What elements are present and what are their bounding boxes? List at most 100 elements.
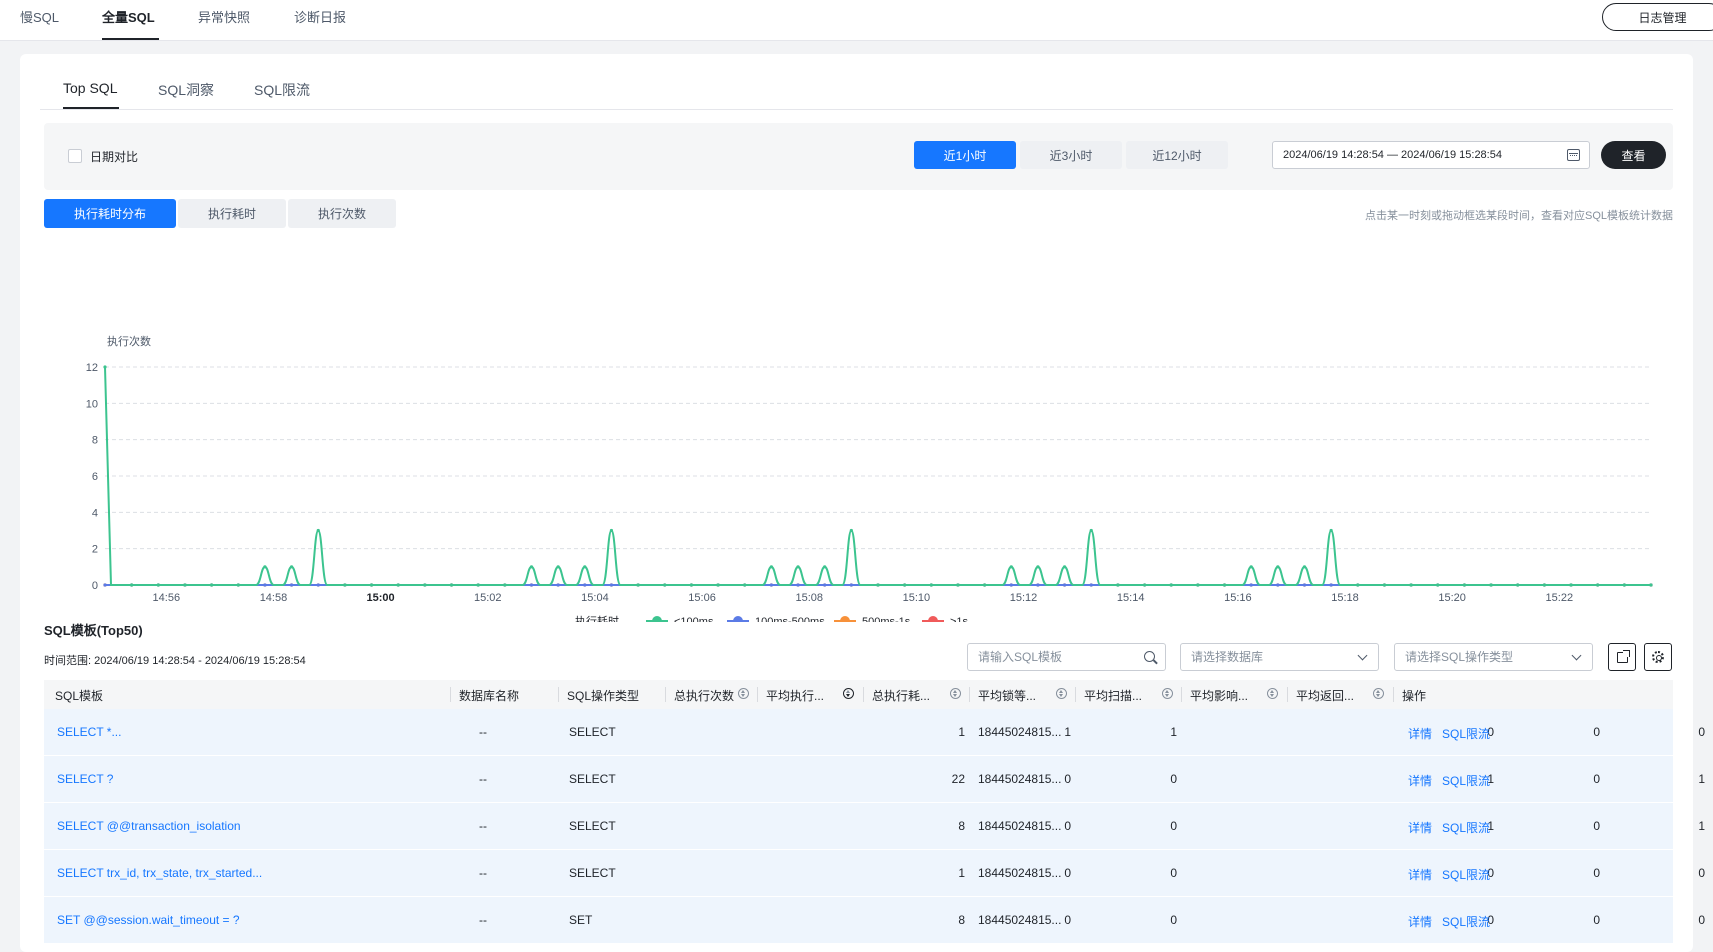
detail-link[interactable]: 详情 <box>1408 819 1432 836</box>
chart-tab-count[interactable]: 执行次数 <box>288 199 396 228</box>
sql-template-link[interactable]: SET @@session.wait_timeout = ? <box>57 913 240 927</box>
duration-distribution-chart[interactable]: 执行次数 0 2 4 6 8 10 12 14:56 14:58 15:00 15:02 15:04 15… <box>44 272 1664 622</box>
date-range-picker[interactable]: 2024/06/19 14:28:54 — 2024/06/19 15:28:5… <box>1272 141 1590 169</box>
data-point <box>130 583 134 587</box>
data-point <box>103 583 107 587</box>
data-point <box>343 583 347 587</box>
sql-template-link[interactable]: SELECT *... <box>57 725 121 739</box>
sort-icon[interactable] <box>1267 688 1278 699</box>
data-point <box>796 565 800 569</box>
col-avg-scan-rows[interactable]: 平均扫描... <box>1084 687 1142 704</box>
x-tick-label: 14:56 <box>153 592 181 604</box>
data-point <box>1489 583 1493 587</box>
sql-template-link[interactable]: SELECT ? <box>57 772 113 786</box>
detail-link[interactable]: 详情 <box>1408 913 1432 930</box>
data-point <box>1036 565 1040 569</box>
sql-op-type-select[interactable]: 请选择SQL操作类型 <box>1394 643 1593 671</box>
col-divider <box>665 687 666 702</box>
subtab-sql-throttle[interactable]: SQL限流 <box>254 80 310 100</box>
chart-tabs: 执行耗时分布 执行耗时 执行次数 <box>44 199 398 228</box>
sort-icon[interactable] <box>950 688 961 699</box>
col-avg-lock-wait[interactable]: 平均锁等... <box>978 687 1036 704</box>
data-point <box>556 583 560 587</box>
data-point <box>1329 528 1333 533</box>
range-1h-button[interactable]: 近1小时 <box>914 141 1016 169</box>
data-point <box>529 565 534 569</box>
sort-icon[interactable] <box>1056 688 1067 699</box>
col-avg-affected-rows[interactable]: 平均影响... <box>1190 687 1248 704</box>
col-total-exec-time[interactable]: 总执行耗... <box>872 687 930 704</box>
data-point <box>476 583 480 587</box>
calendar-icon[interactable] <box>1567 149 1580 161</box>
sql-throttle-link[interactable]: SQL限流 <box>1442 772 1490 789</box>
sql-template-search[interactable]: 请输入SQL模板 <box>967 643 1166 671</box>
data-point <box>583 583 587 587</box>
data-point <box>103 365 107 369</box>
sql-throttle-link[interactable]: SQL限流 <box>1442 819 1490 836</box>
subtab-sql-insight[interactable]: SQL洞察 <box>158 80 214 100</box>
avg-affected-rows-cell: 0 <box>1593 913 1600 927</box>
search-icon[interactable] <box>1144 651 1155 662</box>
col-avg-returned-rows[interactable]: 平均返回... <box>1296 687 1354 704</box>
data-point <box>1249 565 1253 569</box>
data-point <box>1249 583 1253 587</box>
data-point <box>1009 565 1013 569</box>
range-3h-button[interactable]: 近3小时 <box>1020 141 1122 169</box>
avg-exec-time-cell: 0 <box>1064 772 1071 786</box>
tab-full-sql[interactable]: 全量SQL <box>102 7 155 26</box>
table-row: SELECT trx_id, trx_state, trx_started...… <box>44 850 1705 897</box>
sql-throttle-link[interactable]: SQL限流 <box>1442 866 1490 883</box>
total-exec-time-cell: 0 <box>1170 772 1177 786</box>
legend-swatch-dot <box>652 616 662 622</box>
chevron-down-icon <box>1571 650 1582 661</box>
data-point <box>1462 583 1467 587</box>
database-select[interactable]: 请选择数据库 <box>1180 643 1379 671</box>
export-button[interactable] <box>1608 643 1636 671</box>
col-avg-exec-time[interactable]: 平均执行... <box>766 687 824 704</box>
data-point <box>636 583 640 587</box>
avg-exec-time-cell: 0 <box>1064 913 1071 927</box>
subtab-top-sql[interactable]: Top SQL <box>63 80 117 96</box>
data-point <box>983 583 987 587</box>
gear-icon <box>1652 651 1664 663</box>
sort-icon[interactable] <box>738 688 749 699</box>
y-tick-label: 10 <box>86 398 98 410</box>
sort-icon[interactable] <box>1373 688 1384 699</box>
detail-link[interactable]: 详情 <box>1408 772 1432 789</box>
avg-lock-wait-cell: 18445024815... <box>978 913 1062 927</box>
avg-returned-rows-cell: 0 <box>1698 725 1705 739</box>
data-point <box>1622 583 1626 587</box>
chart-tab-duration-distribution[interactable]: 执行耗时分布 <box>44 199 176 228</box>
legend-title: 执行耗时 <box>575 614 619 622</box>
sql-template-link[interactable]: SELECT trx_id, trx_state, trx_started... <box>57 866 262 880</box>
detail-link[interactable]: 详情 <box>1408 866 1432 883</box>
range-12h-button[interactable]: 近12小时 <box>1126 141 1228 169</box>
sort-desc-icon[interactable] <box>843 688 854 699</box>
log-management-button[interactable]: 日志管理 <box>1602 3 1713 31</box>
data-point <box>823 583 827 587</box>
table-body: SELECT *... -- SELECT 1 1 1 18445024815... 0 0 0 详… <box>44 709 1705 944</box>
tab-slow-sql[interactable]: 慢SQL <box>20 7 59 26</box>
total-exec-count-cell: 1 <box>958 725 965 739</box>
data-point <box>369 583 374 587</box>
db-name-cell: -- <box>479 819 487 833</box>
data-point <box>1196 583 1200 587</box>
data-point <box>1089 528 1093 533</box>
tab-abnormal-snapshot[interactable]: 异常快照 <box>198 7 250 26</box>
sort-icon[interactable] <box>1162 688 1173 699</box>
detail-link[interactable]: 详情 <box>1408 725 1432 742</box>
date-compare-checkbox[interactable] <box>68 149 82 163</box>
settings-button[interactable] <box>1644 643 1672 671</box>
view-button[interactable]: 查看 <box>1601 141 1666 169</box>
sql-template-link[interactable]: SELECT @@transaction_isolation <box>57 819 241 833</box>
data-point <box>1116 583 1120 587</box>
sql-throttle-link[interactable]: SQL限流 <box>1442 725 1490 742</box>
y-tick-label: 6 <box>92 471 98 483</box>
sql-throttle-link[interactable]: SQL限流 <box>1442 913 1490 930</box>
chart-tab-duration[interactable]: 执行耗时 <box>178 199 286 228</box>
data-point <box>1382 583 1387 587</box>
tab-daily-report[interactable]: 诊断日报 <box>294 7 346 26</box>
legend-swatch-dot <box>840 616 850 622</box>
data-point <box>316 528 320 533</box>
col-total-exec-count[interactable]: 总执行次数 <box>674 687 734 704</box>
